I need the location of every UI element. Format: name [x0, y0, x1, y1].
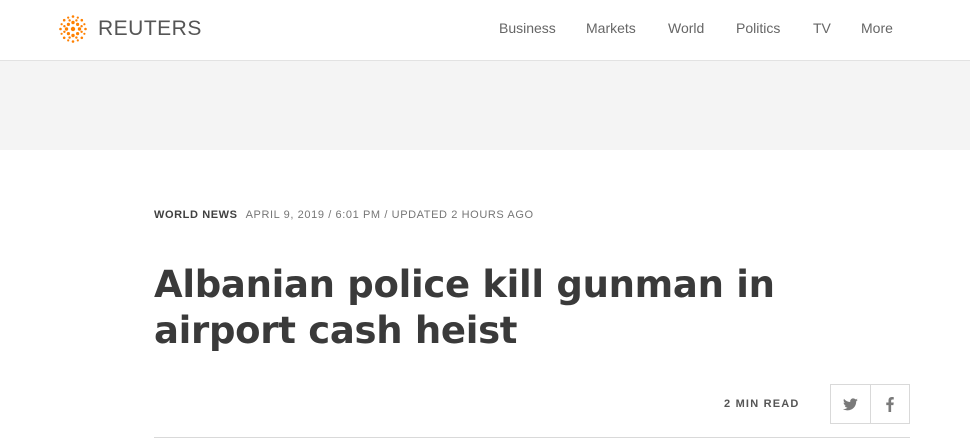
share-twitter-button[interactable]	[831, 385, 870, 423]
main-nav: Business Markets World Politics TV More	[0, 20, 970, 40]
section-link[interactable]: WORLD NEWS	[154, 209, 238, 221]
article-divider	[154, 437, 910, 438]
nav-item-markets[interactable]: Markets	[586, 20, 636, 36]
share-facebook-button[interactable]	[869, 385, 909, 423]
share-buttons	[830, 384, 910, 424]
ad-placeholder-band	[0, 61, 970, 150]
nav-item-world[interactable]: World	[668, 20, 704, 36]
nav-item-more[interactable]: More	[861, 20, 893, 36]
site-header: REUTERS Business Markets World Politics …	[0, 0, 970, 61]
twitter-icon	[842, 397, 858, 410]
nav-item-business[interactable]: Business	[499, 20, 556, 36]
nav-item-politics[interactable]: Politics	[736, 20, 780, 36]
facebook-icon	[886, 396, 894, 412]
read-time: 2 MIN READ	[724, 398, 800, 410]
article-headline: Albanian police kill gunman in airport c…	[154, 263, 775, 352]
nav-item-tv[interactable]: TV	[813, 20, 831, 36]
article-meta: WORLD NEWS APRIL 9, 2019 / 6:01 PM / UPDA…	[154, 209, 534, 223]
article-dateline: APRIL 9, 2019 / 6:01 PM / UPDATED 2 HOUR…	[245, 209, 534, 221]
